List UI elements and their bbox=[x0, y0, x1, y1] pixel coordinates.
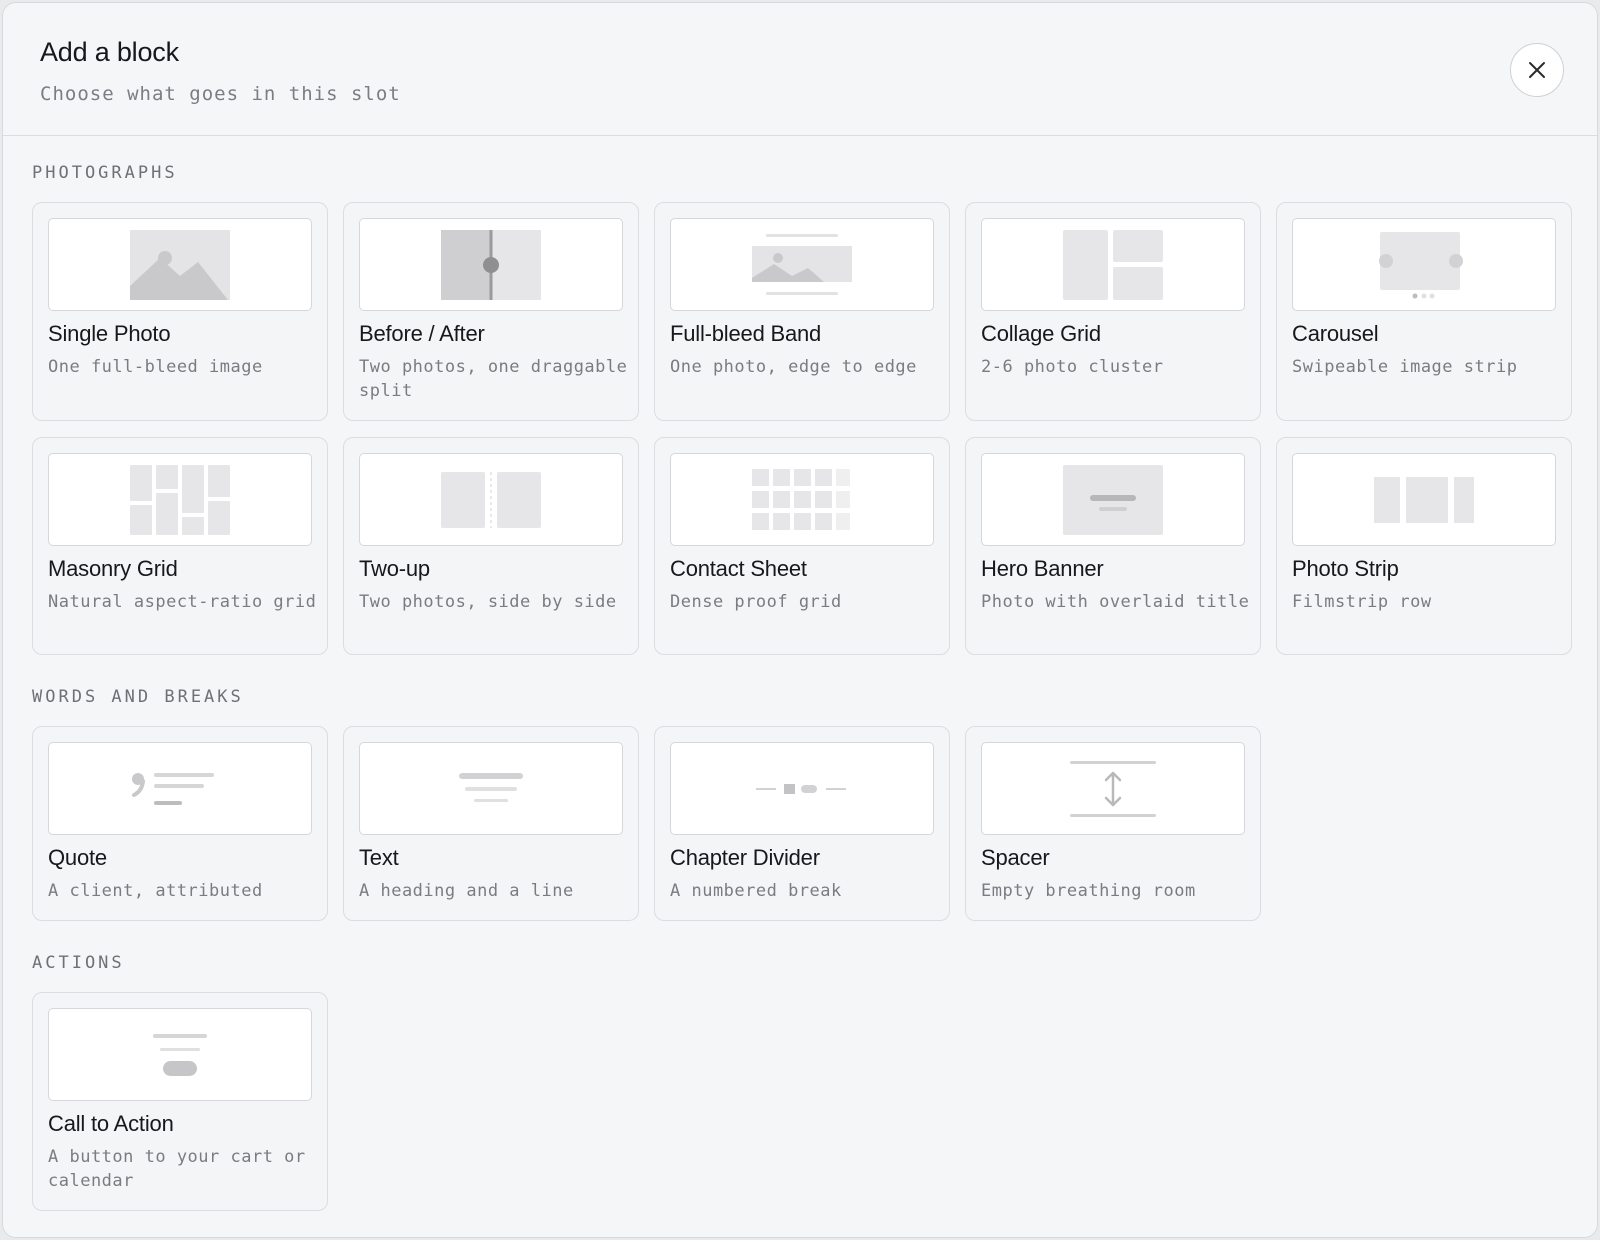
block-thumbnail bbox=[981, 453, 1245, 546]
block-thumbnail bbox=[981, 742, 1245, 835]
block-description: 2-6 photo cluster bbox=[981, 357, 1164, 377]
section-label-actions: ACTIONS bbox=[32, 953, 125, 973]
block-card-hero-banner[interactable]: Hero Banner Photo with overlaid title bbox=[965, 437, 1261, 655]
block-card-two-up[interactable]: Two-up Two photos, side by side bbox=[343, 437, 639, 655]
block-thumbnail bbox=[670, 742, 934, 835]
block-thumbnail bbox=[981, 218, 1245, 311]
block-thumbnail bbox=[48, 1008, 312, 1101]
block-card-call-to-action[interactable]: Call to Action A button to your cart or … bbox=[32, 992, 328, 1211]
close-button[interactable] bbox=[1510, 43, 1564, 97]
block-card-text[interactable]: Text A heading and a line bbox=[343, 726, 639, 921]
block-description: Natural aspect-ratio grid bbox=[48, 592, 317, 612]
close-icon bbox=[1529, 62, 1545, 78]
spacer-icon bbox=[1070, 760, 1156, 817]
block-card-single-photo[interactable]: Single Photo One full-bleed image bbox=[32, 202, 328, 421]
block-description: One full-bleed image bbox=[48, 357, 263, 377]
block-card-spacer[interactable]: Spacer Empty breathing room bbox=[965, 726, 1261, 921]
block-title: Contact Sheet bbox=[670, 556, 807, 581]
block-card-before-after[interactable]: Before / After Two photos, one draggable… bbox=[343, 202, 639, 421]
single-photo-icon bbox=[130, 229, 230, 300]
text-icon bbox=[459, 772, 523, 802]
block-card-chapter-divider[interactable]: Chapter Divider A numbered break bbox=[654, 726, 950, 921]
block-thumbnail bbox=[359, 742, 623, 835]
block-description: Swipeable image strip bbox=[1292, 357, 1518, 377]
block-title: Hero Banner bbox=[981, 556, 1104, 581]
block-description: Photo with overlaid title bbox=[981, 592, 1250, 612]
chapter-divider-icon bbox=[756, 783, 846, 794]
block-card-carousel[interactable]: Carousel Swipeable image strip bbox=[1276, 202, 1572, 421]
block-title: Single Photo bbox=[48, 321, 171, 346]
dialog-header: Add a block Choose what goes in this slo… bbox=[3, 3, 1597, 136]
carousel-icon bbox=[1379, 231, 1463, 298]
block-title: Spacer bbox=[981, 845, 1050, 870]
contact-sheet-icon bbox=[752, 468, 850, 530]
masonry-grid-icon bbox=[130, 464, 230, 535]
block-thumbnail bbox=[1292, 453, 1556, 546]
block-title: Call to Action bbox=[48, 1111, 174, 1136]
collage-grid-icon bbox=[1063, 229, 1163, 300]
block-title: Chapter Divider bbox=[670, 845, 820, 870]
block-title: Text bbox=[359, 845, 399, 870]
block-description: A client, attributed bbox=[48, 881, 263, 901]
hero-banner-icon bbox=[1063, 464, 1163, 535]
two-up-icon bbox=[441, 471, 541, 528]
block-description: Filmstrip row bbox=[1292, 592, 1432, 612]
block-title: Carousel bbox=[1292, 321, 1379, 346]
block-description: Dense proof grid bbox=[670, 592, 842, 612]
block-thumbnail bbox=[48, 453, 312, 546]
block-title: Full-bleed Band bbox=[670, 321, 822, 346]
block-title: Two-up bbox=[359, 556, 430, 581]
block-thumbnail bbox=[359, 218, 623, 311]
block-thumbnail bbox=[359, 453, 623, 546]
block-thumbnail bbox=[670, 218, 934, 311]
block-title: Quote bbox=[48, 845, 107, 870]
quote-icon bbox=[132, 772, 214, 805]
add-block-dialog: Add a block Choose what goes in this slo… bbox=[2, 2, 1598, 1238]
block-description: Two photos, side by side bbox=[359, 592, 617, 612]
block-card-collage-grid[interactable]: Collage Grid 2-6 photo cluster bbox=[965, 202, 1261, 421]
block-description: One photo, edge to edge bbox=[670, 357, 917, 377]
block-card-masonry-grid[interactable]: Masonry Grid Natural aspect-ratio grid bbox=[32, 437, 328, 655]
block-title: Before / After bbox=[359, 321, 485, 346]
call-to-action-icon bbox=[153, 1033, 207, 1076]
block-card-photo-strip[interactable]: Photo Strip Filmstrip row bbox=[1276, 437, 1572, 655]
block-card-full-bleed-band[interactable]: Full-bleed Band One photo, edge to edge bbox=[654, 202, 950, 421]
block-thumbnail bbox=[48, 742, 312, 835]
photo-strip-icon bbox=[1374, 476, 1474, 523]
block-description: A heading and a line bbox=[359, 881, 574, 901]
block-card-quote[interactable]: Quote A client, attributed bbox=[32, 726, 328, 921]
block-thumbnail bbox=[670, 453, 934, 546]
full-bleed-band-icon bbox=[752, 233, 852, 295]
before-after-icon bbox=[441, 229, 541, 300]
block-description: Empty breathing room bbox=[981, 881, 1196, 901]
block-title: Photo Strip bbox=[1292, 556, 1399, 581]
block-description: A numbered break bbox=[670, 881, 842, 901]
block-description: Two photos, one draggable split bbox=[359, 357, 628, 401]
section-label-photographs: PHOTOGRAPHS bbox=[32, 163, 178, 183]
dialog-title: Add a block bbox=[40, 37, 179, 67]
block-card-contact-sheet[interactable]: Contact Sheet Dense proof grid bbox=[654, 437, 950, 655]
block-thumbnail bbox=[48, 218, 312, 311]
dialog-subtitle: Choose what goes in this slot bbox=[40, 83, 401, 105]
block-title: Masonry Grid bbox=[48, 556, 178, 581]
section-label-words-and-breaks: WORDS AND BREAKS bbox=[32, 687, 244, 707]
block-thumbnail bbox=[1292, 218, 1556, 311]
block-description: A button to your cart or calendar bbox=[48, 1147, 306, 1191]
block-title: Collage Grid bbox=[981, 321, 1101, 346]
